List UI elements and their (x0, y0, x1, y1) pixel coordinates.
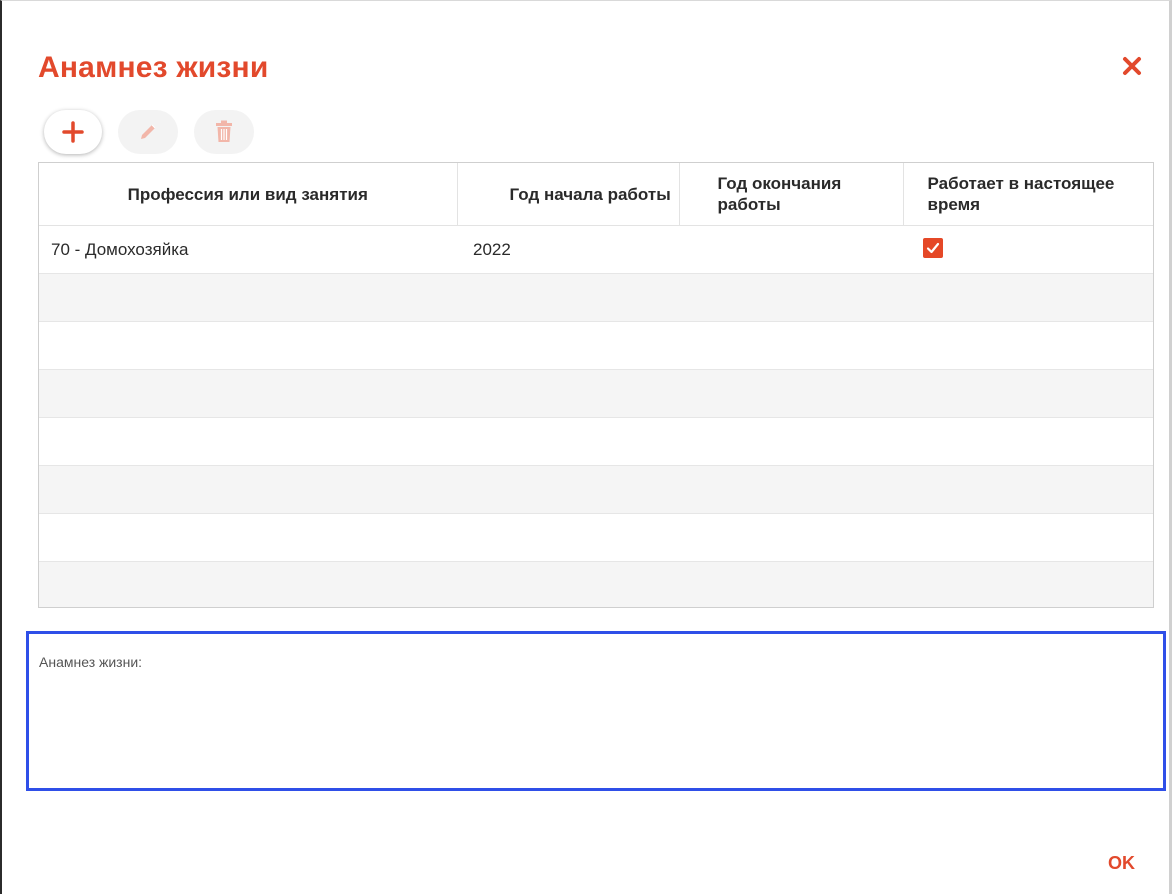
toolbar (44, 110, 254, 154)
delete-button[interactable] (194, 110, 254, 154)
pencil-icon (141, 124, 156, 139)
trash-icon (216, 120, 232, 142)
dialog-title: Анамнез жизни (38, 51, 269, 84)
table-row[interactable]: 70 - Домохозяйка 2022 (39, 225, 1153, 274)
cell-end-year (679, 225, 903, 274)
column-header-currently-working[interactable]: Работает в настоящее время (903, 163, 1153, 226)
table-row-empty (39, 273, 1153, 322)
close-button[interactable] (1119, 53, 1145, 79)
edit-button[interactable] (118, 110, 178, 154)
table-row-empty (39, 513, 1153, 562)
table-row-empty (39, 561, 1153, 607)
table-row-empty (39, 369, 1153, 418)
notes-label: Анамнез жизни: (39, 654, 143, 670)
table-row-empty (39, 321, 1153, 370)
table-row-empty (39, 417, 1153, 466)
currently-working-checkbox[interactable] (923, 238, 943, 258)
close-icon (1123, 57, 1141, 75)
checkmark-icon (926, 242, 940, 254)
table-header-row: Профессия или вид занятия Год начала раб… (39, 163, 1153, 226)
column-header-end-year[interactable]: Год окончания работы (679, 163, 904, 226)
table-row-empty (39, 465, 1153, 514)
cell-profession: 70 - Домохозяйка (39, 225, 457, 274)
ok-button[interactable]: OK (1104, 851, 1139, 876)
column-header-profession[interactable]: Профессия или вид занятия (39, 163, 458, 226)
cell-currently-working (903, 225, 1153, 274)
occupations-table: Профессия или вид занятия Год начала раб… (38, 162, 1154, 608)
add-button[interactable] (44, 110, 102, 154)
plus-icon (62, 121, 84, 143)
anamnesis-notes-field[interactable]: Анамнез жизни: (26, 631, 1166, 791)
cell-start-year: 2022 (457, 225, 679, 274)
life-anamnesis-dialog: Анамнез жизни Профессия или вид занятия … (0, 0, 1172, 894)
column-header-start-year[interactable]: Год начала работы (457, 163, 680, 226)
notes-textarea[interactable] (39, 678, 1153, 782)
